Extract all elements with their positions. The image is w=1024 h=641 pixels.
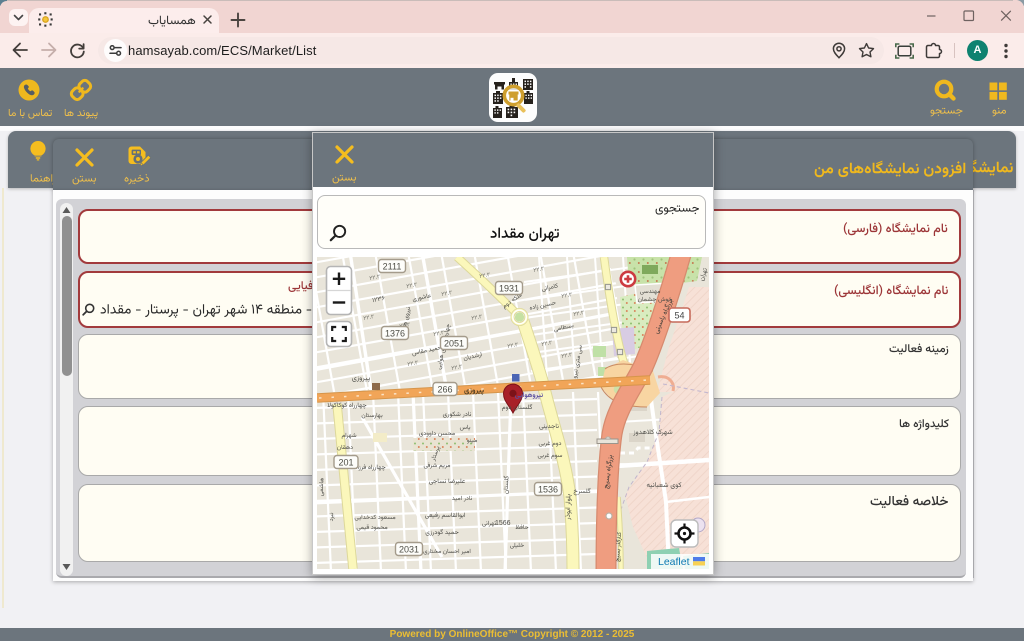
svg-text:1376: 1376 [385, 329, 405, 339]
svg-text:1536: 1536 [538, 485, 558, 495]
svg-text:2111: 2111 [383, 262, 402, 272]
svg-text:266: 266 [437, 385, 452, 395]
svg-text:Leaflet: Leaflet [658, 556, 690, 568]
svg-text:2031: 2031 [399, 545, 419, 555]
svg-text:2051: 2051 [444, 339, 464, 349]
svg-text:1566: 1566 [495, 520, 511, 527]
svg-text:201: 201 [338, 458, 353, 468]
svg-text:1931: 1931 [499, 284, 519, 294]
svg-text:54: 54 [674, 311, 684, 321]
